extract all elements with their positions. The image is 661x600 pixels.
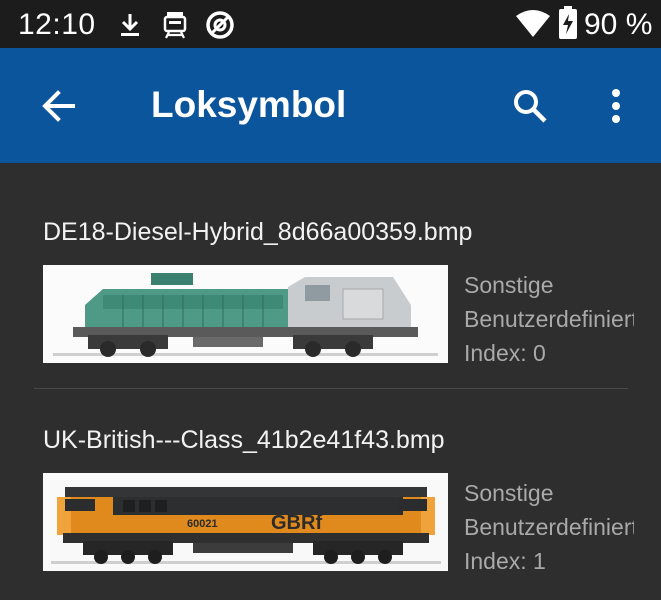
list-item[interactable]: UK-British---Class_41b2e41f43.bmp 60021 …	[0, 389, 661, 600]
more-vert-icon	[612, 89, 620, 123]
item-index: Index: 1	[464, 548, 546, 574]
loco-symbol-list: DE18-Diesel-Hybrid_8d66a00359.bmp Sonsti…	[0, 163, 661, 600]
item-filename: UK-British---Class_41b2e41f43.bmp	[43, 426, 445, 454]
back-button[interactable]	[34, 82, 82, 130]
train-notification-icon	[163, 12, 187, 39]
item-filename: DE18-Diesel-Hybrid_8d66a00359.bmp	[43, 218, 473, 246]
item-meta: Sonstige Benutzerdefiniert Index: 1	[464, 476, 634, 578]
locomotive-thumbnail	[43, 265, 448, 363]
app-bar: Loksymbol	[0, 48, 661, 163]
item-type: Benutzerdefiniert	[464, 514, 634, 540]
wifi-icon	[516, 10, 550, 37]
status-time: 12:10	[18, 8, 96, 41]
search-button[interactable]	[506, 82, 554, 130]
item-index: Index: 0	[464, 340, 546, 366]
item-category: Sonstige	[464, 272, 554, 298]
battery-percent: 90 %	[584, 8, 653, 41]
item-meta: Sonstige Benutzerdefiniert Index: 0	[464, 268, 634, 370]
status-bar: 12:10 90 %	[0, 0, 661, 48]
battery-charging-icon	[559, 6, 577, 39]
livery-brand: GBRf	[271, 512, 322, 534]
search-icon	[514, 90, 547, 123]
list-item[interactable]: DE18-Diesel-Hybrid_8d66a00359.bmp Sonsti…	[0, 163, 661, 389]
more-options-button[interactable]	[592, 82, 640, 130]
locomotive-thumbnail: 60021 GBRf	[43, 473, 448, 571]
no-disturb-icon	[206, 11, 234, 39]
download-icon	[121, 14, 139, 36]
back-arrow-icon	[42, 90, 75, 122]
item-category: Sonstige	[464, 480, 554, 506]
livery-number: 60021	[187, 518, 218, 530]
page-title: Loksymbol	[151, 84, 347, 125]
item-type: Benutzerdefiniert	[464, 306, 634, 332]
